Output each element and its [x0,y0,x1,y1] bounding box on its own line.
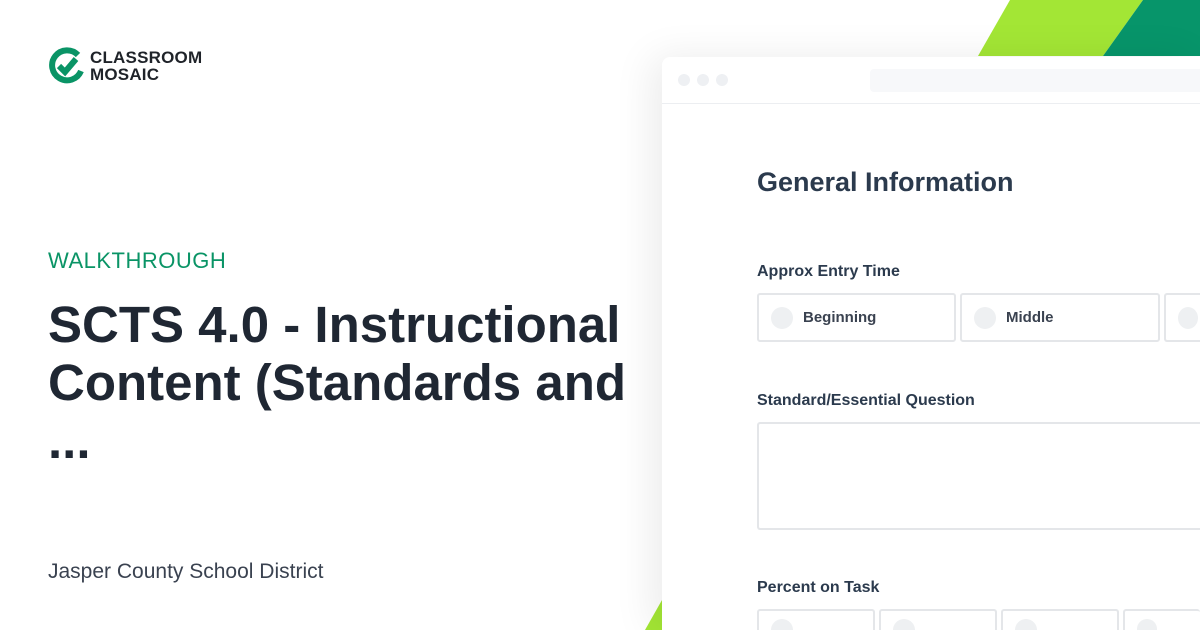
standard-label: Standard/Essential Question [757,392,975,409]
browser-titlebar [662,57,1200,104]
window-dot-icon [697,74,709,86]
option-label: Middle [1006,309,1054,326]
kicker: WALKTHROUGH [48,248,227,273]
radio-icon [893,619,915,630]
subtitle: Jasper County School District [48,560,324,583]
percent-option[interactable] [879,609,997,630]
logo: CLASSROOM MOSAIC [48,47,202,85]
browser-window: General Information Approx Entry Time Be… [662,57,1200,630]
percent-option[interactable] [757,609,875,630]
section-title: General Information [757,167,1014,197]
radio-icon [771,619,793,630]
option-middle[interactable]: Middle [960,293,1160,342]
window-dot-icon [678,74,690,86]
radio-icon [771,306,793,329]
entry-time-label: Approx Entry Time [757,263,900,280]
address-bar[interactable] [870,69,1200,92]
logo-text-2: MOSAIC [90,65,160,84]
logo-text-1: CLASSROOM [90,48,203,67]
window-dot-icon [716,74,728,86]
percent-option[interactable] [1123,609,1200,630]
radio-icon [974,306,996,329]
radio-icon [1178,306,1198,329]
option-label: Beginning [803,309,877,326]
percent-label: Percent on Task [757,579,880,596]
page-title: SCTS 4.0 - Instructional Content (Standa… [48,296,627,469]
radio-icon [1137,619,1157,630]
option-beginning[interactable]: Beginning [757,293,956,342]
option-end[interactable] [1164,293,1200,342]
lime-corner [645,600,662,630]
check-logo-icon [49,47,84,84]
radio-icon [1015,619,1037,630]
standard-textarea[interactable] [757,422,1200,530]
percent-option[interactable] [1001,609,1119,630]
